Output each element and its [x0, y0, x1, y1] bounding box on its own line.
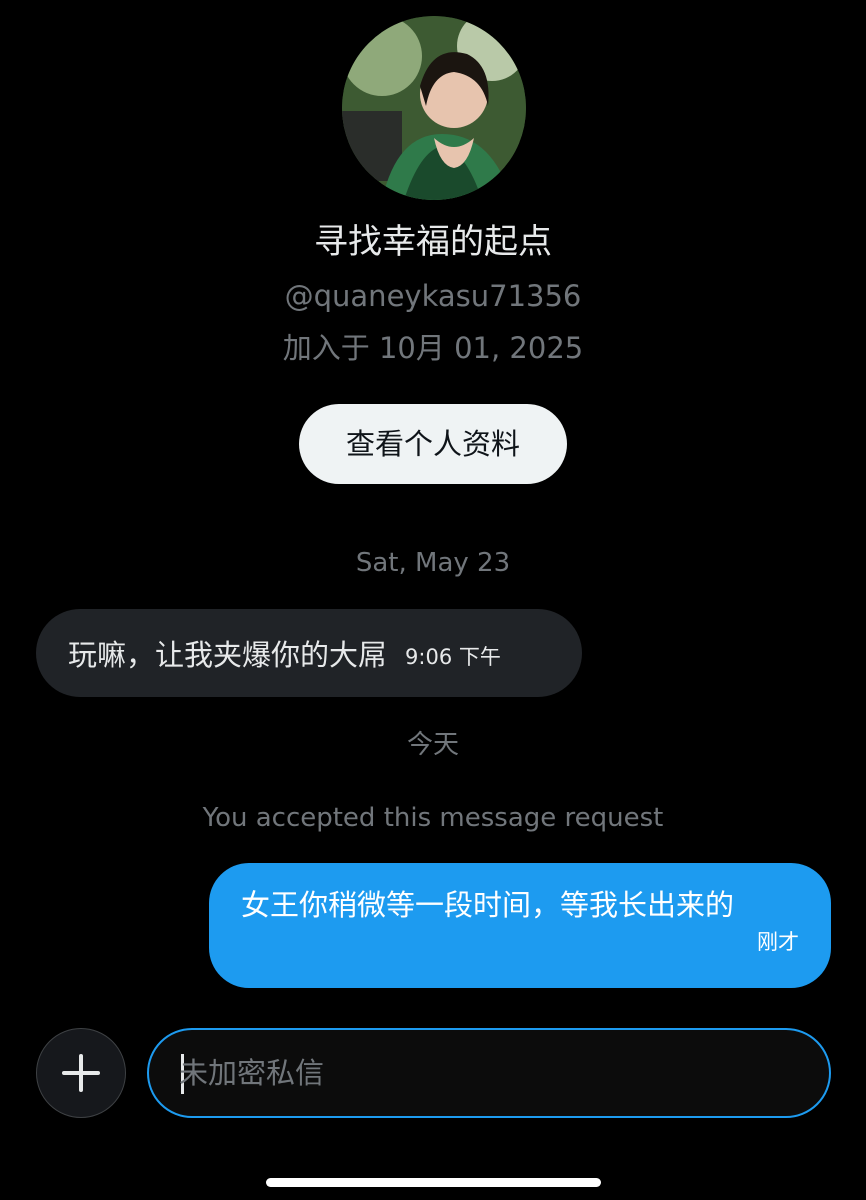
message-text: 玩嘛，让我夹爆你的大屌: [68, 638, 388, 672]
date-separator: Sat, May 23: [355, 548, 511, 578]
incoming-message[interactable]: 玩嘛，让我夹爆你的大屌 9:06 下午: [36, 609, 582, 697]
system-notice: You accepted this message request: [202, 803, 664, 833]
join-date: 加入于 10月 01, 2025: [282, 331, 584, 365]
plus-icon: [62, 1054, 100, 1092]
message-time: 刚才: [757, 930, 799, 954]
message-text: 女王你稍微等一段时间，等我长出来的: [241, 888, 735, 922]
view-profile-button[interactable]: 查看个人资料: [299, 404, 567, 484]
outgoing-message[interactable]: 女王你稍微等一段时间，等我长出来的 刚才: [209, 863, 831, 988]
today-separator: 今天: [406, 730, 459, 760]
message-time: 9:06 下午: [405, 645, 501, 669]
user-handle: @quaneykasu71356: [284, 279, 582, 313]
message-input[interactable]: [179, 1030, 799, 1116]
message-composer[interactable]: [147, 1028, 831, 1118]
home-indicator[interactable]: [266, 1178, 601, 1187]
display-name: 寻找幸福的起点: [314, 222, 552, 262]
avatar[interactable]: [342, 16, 526, 200]
add-attachment-button[interactable]: [36, 1028, 126, 1118]
